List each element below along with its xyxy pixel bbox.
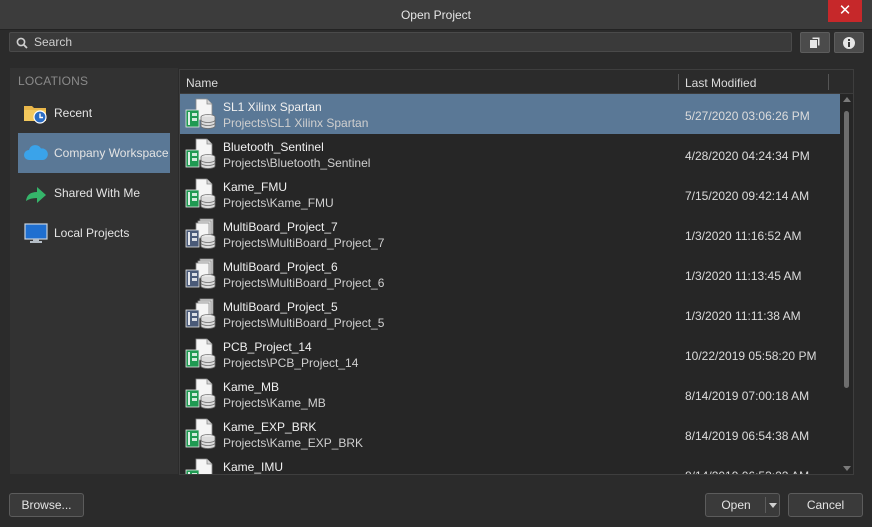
pcb-project-icon xyxy=(185,458,213,474)
column-header: Name Last Modified xyxy=(180,70,853,94)
project-path: Projects\MultiBoard_Project_7 xyxy=(223,236,385,250)
table-row[interactable]: Kame_FMU Projects\Kame_FMU 7/15/2020 09:42… xyxy=(180,174,840,214)
view-toggle-button[interactable] xyxy=(800,32,830,53)
info-button[interactable] xyxy=(834,32,864,53)
search-box[interactable] xyxy=(9,32,792,52)
project-name: MultiBoard_Project_5 xyxy=(223,300,338,314)
column-name-header[interactable]: Name xyxy=(186,76,218,90)
table-row[interactable]: MultiBoard_Project_6 Projects\MultiBoard_… xyxy=(180,254,840,294)
project-path: Projects\Kame_MB xyxy=(223,396,326,410)
project-last-modified: 7/15/2020 09:42:14 AM xyxy=(685,189,810,203)
search-input[interactable] xyxy=(34,33,784,51)
project-last-modified: 1/3/2020 11:16:52 AM xyxy=(685,229,802,243)
table-row[interactable]: Kame_IMU 8/14/2019 06:53:22 AM xyxy=(180,454,840,474)
locations-header: LOCATIONS xyxy=(18,74,89,88)
project-last-modified: 8/14/2019 06:54:38 AM xyxy=(685,429,810,443)
location-label: Local Projects xyxy=(54,226,130,240)
location-company-workspace[interactable]: Company Workspace xyxy=(18,133,170,173)
project-name: Kame_FMU xyxy=(223,180,288,194)
project-name: Bluetooth_Sentinel xyxy=(223,140,324,154)
project-rows: SL1 Xilinx Spartan Projects\SL1 Xilinx Sp… xyxy=(180,94,840,474)
project-last-modified: 8/14/2019 06:53:22 AM xyxy=(685,469,809,474)
multiboard-project-icon xyxy=(185,298,216,329)
project-last-modified: 10/22/2019 05:58:20 PM xyxy=(685,349,817,363)
table-row[interactable]: MultiBoard_Project_5 Projects\MultiBoard_… xyxy=(180,294,840,334)
pcb-project-icon xyxy=(185,338,216,369)
column-separator[interactable] xyxy=(828,74,829,90)
button-divider xyxy=(765,497,766,513)
project-name: Kame_IMU xyxy=(223,460,284,474)
project-path: Projects\MultiBoard_Project_5 xyxy=(223,316,385,330)
column-separator[interactable] xyxy=(678,74,679,90)
project-name: PCB_Project_14 xyxy=(223,340,312,354)
project-name: MultiBoard_Project_7 xyxy=(223,220,338,234)
browse-button[interactable]: Browse... xyxy=(9,493,84,517)
project-last-modified: 8/14/2019 07:00:18 AM xyxy=(685,389,810,403)
table-row[interactable]: Kame_MB Projects\Kame_MB 8/14/2019 07:00:1… xyxy=(180,374,840,414)
project-path: Projects\SL1 Xilinx Spartan xyxy=(223,116,369,130)
column-modified-header[interactable]: Last Modified xyxy=(685,76,756,90)
project-path: Projects\Bluetooth_Sentinel xyxy=(223,156,371,170)
vertical-scrollbar[interactable] xyxy=(840,94,853,474)
window-title: Open Project xyxy=(400,8,472,22)
location-label: Company Workspace xyxy=(54,146,169,160)
pcb-project-icon xyxy=(185,98,216,129)
info-icon xyxy=(843,37,855,49)
project-path: Projects\MultiBoard_Project_6 xyxy=(223,276,385,290)
project-last-modified: 5/27/2020 03:06:26 PM xyxy=(685,109,810,123)
pcb-project-icon xyxy=(185,418,216,449)
table-row[interactable]: Kame_EXP_BRK Projects\Kame_EXP_BRK 8/14/20… xyxy=(180,414,840,454)
scrollbar-thumb[interactable] xyxy=(844,111,849,388)
title-bar: Open Project ✕ xyxy=(0,0,872,30)
location-recent[interactable]: Recent xyxy=(18,93,170,133)
pcb-project-icon xyxy=(185,378,216,409)
project-list: Name Last Modified SL1 Xilinx Spartan Pro… xyxy=(179,69,854,475)
location-shared-with-me[interactable]: Shared With Me xyxy=(18,173,170,213)
project-last-modified: 1/3/2020 11:11:38 AM xyxy=(685,309,801,323)
copy-icon xyxy=(809,36,821,49)
cancel-button[interactable]: Cancel xyxy=(788,493,863,517)
project-path: Projects\Kame_EXP_BRK xyxy=(223,436,364,450)
project-name: Kame_EXP_BRK xyxy=(223,420,317,434)
monitor-icon xyxy=(24,223,48,243)
location-label: Shared With Me xyxy=(54,186,141,200)
shared-arrow-icon xyxy=(26,187,46,203)
scroll-down-arrow-icon[interactable] xyxy=(843,466,851,471)
project-last-modified: 1/3/2020 11:13:45 AM xyxy=(685,269,802,283)
multiboard-project-icon xyxy=(185,258,216,289)
table-row[interactable]: PCB_Project_14 Projects\PCB_Project_14 10/… xyxy=(180,334,840,374)
recent-folder-icon xyxy=(24,106,47,124)
project-name: MultiBoard_Project_6 xyxy=(223,260,338,274)
location-local-projects[interactable]: Local Projects xyxy=(18,213,170,253)
project-name: SL1 Xilinx Spartan xyxy=(223,100,322,114)
project-last-modified: 4/28/2020 04:24:34 PM xyxy=(685,149,810,163)
pcb-project-icon xyxy=(185,138,216,169)
close-icon: ✕ xyxy=(838,2,852,19)
search-icon xyxy=(16,37,28,49)
close-button[interactable]: ✕ xyxy=(828,0,862,22)
open-button[interactable]: Open xyxy=(705,493,780,517)
location-label: Recent xyxy=(54,106,93,120)
project-path: Projects\PCB_Project_14 xyxy=(223,356,359,370)
project-name: Kame_MB xyxy=(223,380,280,394)
chevron-down-icon[interactable] xyxy=(769,503,777,508)
scroll-up-arrow-icon[interactable] xyxy=(843,97,851,102)
table-row[interactable]: Bluetooth_Sentinel Projects\Bluetooth_Sen… xyxy=(180,134,840,174)
multiboard-project-icon xyxy=(185,218,216,249)
table-row[interactable]: MultiBoard_Project_7 Projects\MultiBoard_… xyxy=(180,214,840,254)
open-button-label: Open xyxy=(721,498,751,512)
project-path: Projects\Kame_FMU xyxy=(223,196,334,210)
locations-panel: LOCATIONS Recent Company Workspace Share… xyxy=(10,68,178,474)
pcb-project-icon xyxy=(185,178,216,209)
cloud-icon xyxy=(24,145,48,160)
table-row[interactable]: SL1 Xilinx Spartan Projects\SL1 Xilinx Sp… xyxy=(180,94,840,134)
